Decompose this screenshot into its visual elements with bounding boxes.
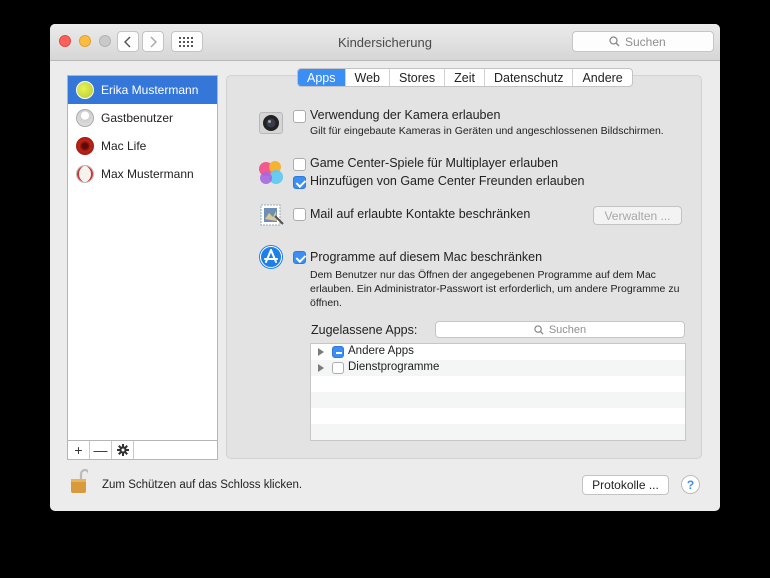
tennis-ball-avatar bbox=[76, 81, 94, 99]
camera-icon bbox=[258, 110, 284, 136]
search-icon bbox=[609, 36, 620, 47]
allowed-apps-search-input[interactable]: Suchen bbox=[435, 321, 685, 338]
tab-web[interactable]: Web bbox=[346, 69, 390, 86]
user-list-actions: + — bbox=[67, 440, 218, 460]
mail-checkbox[interactable] bbox=[293, 208, 306, 221]
remove-user-button[interactable]: — bbox=[90, 441, 112, 459]
preferences-window: Kindersicherung Suchen Erika Mustermann … bbox=[50, 24, 720, 511]
user-name: Gastbenutzer bbox=[101, 111, 174, 125]
app-store-icon bbox=[258, 244, 284, 270]
tab-andere[interactable]: Andere bbox=[573, 69, 631, 86]
help-button[interactable]: ? bbox=[681, 475, 700, 494]
titlebar: Kindersicherung Suchen bbox=[50, 24, 720, 61]
user-item-gast[interactable]: Gastbenutzer bbox=[68, 104, 217, 132]
camera-label: Verwendung der Kamera erlauben bbox=[310, 108, 501, 122]
user-name: Mac Life bbox=[101, 139, 147, 153]
allowed-apps-label: Zugelassene Apps: bbox=[311, 323, 418, 337]
user-name: Erika Mustermann bbox=[101, 83, 199, 97]
allowed-apps-search-placeholder: Suchen bbox=[548, 323, 587, 336]
disclosure-triangle-icon[interactable] bbox=[318, 348, 324, 356]
programs-description-line1: Dem Benutzer nur das Öffnen der angegebe… bbox=[310, 269, 656, 281]
baseball-avatar bbox=[76, 165, 94, 183]
gear-button[interactable] bbox=[112, 441, 134, 459]
game-center-multiplayer-label: Game Center-Spiele für Multiplayer erlau… bbox=[310, 156, 559, 170]
tab-stores[interactable]: Stores bbox=[390, 69, 446, 86]
red-flower-avatar bbox=[76, 137, 94, 155]
add-user-button[interactable]: + bbox=[68, 441, 90, 459]
tab-apps[interactable]: Apps bbox=[298, 69, 346, 86]
list-item-label: Andere Apps bbox=[348, 345, 414, 357]
search-input[interactable]: Suchen bbox=[572, 31, 714, 52]
game-center-icon bbox=[258, 160, 284, 186]
user-item-maclife[interactable]: Mac Life bbox=[68, 132, 217, 160]
game-center-multiplayer-checkbox[interactable] bbox=[293, 158, 306, 171]
programs-checkbox[interactable] bbox=[293, 251, 306, 264]
tab-zeit[interactable]: Zeit bbox=[445, 69, 485, 86]
user-name: Max Mustermann bbox=[101, 167, 194, 181]
dienstprogramme-checkbox[interactable] bbox=[332, 362, 344, 374]
camera-checkbox[interactable] bbox=[293, 110, 306, 123]
programs-description-line3: öffnen. bbox=[310, 297, 342, 309]
empty-row bbox=[311, 392, 685, 408]
list-item-andere-apps[interactable]: Andere Apps bbox=[311, 344, 685, 360]
empty-row bbox=[311, 424, 685, 440]
user-item-max[interactable]: Max Mustermann bbox=[68, 160, 217, 188]
programs-description-line2: erlauben. Ein Administrator-Passwort ist… bbox=[310, 283, 680, 295]
camera-description: Gilt für eingebaute Kameras in Geräten u… bbox=[310, 125, 664, 137]
search-placeholder: Suchen bbox=[625, 34, 666, 49]
empty-row bbox=[311, 408, 685, 424]
disclosure-triangle-icon[interactable] bbox=[318, 364, 324, 372]
search-icon bbox=[534, 324, 544, 335]
tab-bar: Apps Web Stores Zeit Datenschutz Andere bbox=[297, 68, 633, 87]
list-item-label: Dienstprogramme bbox=[348, 361, 440, 373]
guest-avatar bbox=[76, 109, 94, 127]
list-item-dienstprogramme[interactable]: Dienstprogramme bbox=[311, 360, 685, 376]
logs-button[interactable]: Protokolle ... bbox=[582, 475, 669, 495]
game-center-friends-label: Hinzufügen von Game Center Freunden erla… bbox=[310, 174, 585, 188]
user-list: Erika Mustermann Gastbenutzer Mac Life M… bbox=[67, 75, 218, 460]
mail-label: Mail auf erlaubte Kontakte beschränken bbox=[310, 207, 531, 221]
allowed-apps-list: Andere Apps Dienstprogramme bbox=[310, 343, 686, 441]
mail-stamp-icon bbox=[259, 202, 285, 228]
manage-button[interactable]: Verwalten ... bbox=[593, 206, 682, 225]
tab-datenschutz[interactable]: Datenschutz bbox=[485, 69, 574, 86]
lock-icon[interactable] bbox=[70, 468, 91, 494]
gear-icon bbox=[116, 444, 129, 456]
game-center-friends-checkbox[interactable] bbox=[293, 176, 306, 189]
user-item-erika[interactable]: Erika Mustermann bbox=[68, 76, 217, 104]
lock-text: Zum Schützen auf das Schloss klicken. bbox=[102, 479, 303, 491]
empty-row bbox=[311, 376, 685, 392]
andere-apps-checkbox[interactable] bbox=[332, 346, 344, 358]
programs-label: Programme auf diesem Mac beschränken bbox=[310, 250, 543, 264]
